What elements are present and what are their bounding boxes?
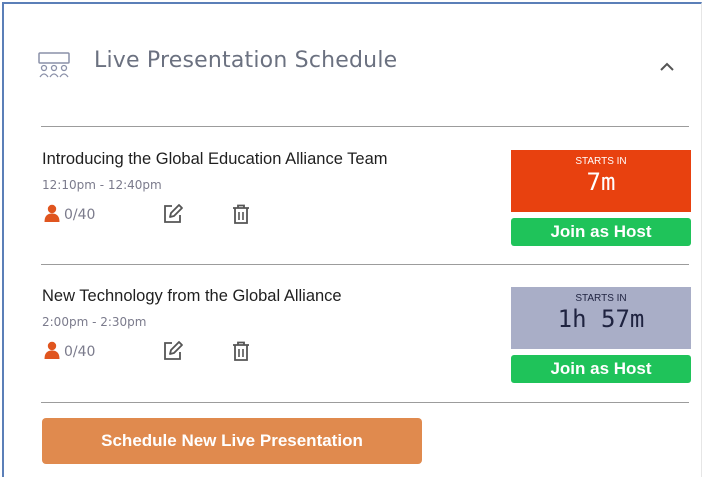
chevron-up-icon[interactable] — [655, 56, 679, 76]
person-icon — [44, 204, 60, 222]
session-row: Introducing the Global Education Allianc… — [42, 150, 692, 270]
edit-icon[interactable] — [162, 340, 184, 362]
session-time: 12:10pm - 12:40pm — [42, 178, 162, 192]
join-as-host-button[interactable]: Join as Host — [511, 355, 691, 383]
starts-in-badge: STARTS IN 1h 57m — [511, 287, 691, 349]
divider — [41, 402, 689, 403]
live-schedule-panel: Live Presentation Schedule Introducing t… — [2, 2, 702, 477]
attendee-count: 0/40 — [64, 207, 96, 223]
session-name: New Technology from the Global Alliance — [42, 287, 342, 305]
person-icon — [44, 341, 60, 359]
divider — [41, 126, 689, 127]
trash-icon[interactable] — [232, 341, 250, 361]
panel-title: Live Presentation Schedule — [94, 48, 398, 73]
schedule-new-presentation-button[interactable]: Schedule New Live Presentation — [42, 418, 422, 464]
starts-in-badge: STARTS IN 7m — [511, 150, 691, 212]
starts-in-label: STARTS IN — [575, 156, 627, 167]
session-time: 2:00pm - 2:30pm — [42, 315, 147, 329]
attendee-count: 0/40 — [64, 344, 96, 360]
starts-in-value: 7m — [586, 168, 616, 196]
panel-header: Live Presentation Schedule — [38, 48, 688, 82]
trash-icon[interactable] — [232, 204, 250, 224]
join-as-host-button[interactable]: Join as Host — [511, 218, 691, 246]
edit-icon[interactable] — [162, 203, 184, 225]
starts-in-label: STARTS IN — [575, 293, 627, 304]
people-group-icon — [38, 52, 70, 78]
divider — [41, 264, 689, 265]
session-name: Introducing the Global Education Allianc… — [42, 150, 388, 168]
starts-in-value: 1h 57m — [557, 305, 645, 333]
session-row: New Technology from the Global Alliance … — [42, 287, 692, 407]
